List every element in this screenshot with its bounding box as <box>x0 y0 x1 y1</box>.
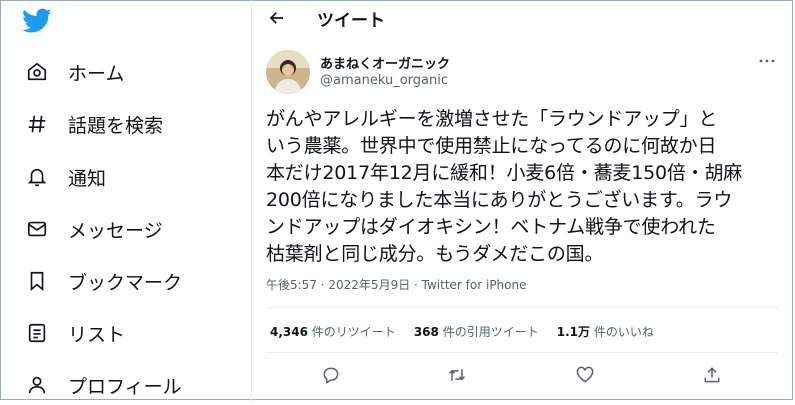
sidebar-item-label: 話題を検索 <box>68 114 164 137</box>
likes-count: 1.1万 <box>556 325 590 339</box>
sidebar-item-messages[interactable]: メッセージ <box>24 209 163 249</box>
page-header: ツイート <box>252 0 793 36</box>
sidebar-item-label: メッセージ <box>68 219 163 242</box>
tweet-detail: ツイート あまねくオーガニック @amaneku_organic がんやアレルギ… <box>252 0 793 402</box>
back-arrow-icon[interactable] <box>264 6 290 30</box>
retweets-label: 件のリツイート <box>311 325 396 339</box>
retweets-stat[interactable]: 4,346 件のリツイート <box>270 323 396 340</box>
retweet-icon[interactable] <box>444 362 470 388</box>
sidebar-item-explore[interactable]: 話題を検索 <box>24 104 163 144</box>
tweet-actions <box>252 362 793 392</box>
quotes-count: 368 <box>413 325 439 339</box>
like-icon[interactable] <box>572 362 598 388</box>
display-name[interactable]: あまねくオーガニック <box>320 53 450 72</box>
sidebar-item-bookmarks[interactable]: ブックマーク <box>24 261 182 301</box>
likes-label: 件のいいね <box>593 325 654 339</box>
tweet-text: がんやアレルギーを激増させた「ラウンドアップ」と いう農薬。世界中で使用禁止にな… <box>266 108 743 265</box>
sidebar-item-lists[interactable]: リスト <box>24 313 125 353</box>
page-title: ツイート <box>317 11 385 31</box>
profile-icon <box>24 372 50 398</box>
avatar[interactable] <box>266 50 310 94</box>
sidebar-item-notifications[interactable]: 通知 <box>24 157 106 197</box>
sidebar-item-label: リスト <box>68 323 126 346</box>
twitter-logo-icon[interactable] <box>22 8 52 34</box>
sidebar-item-label: 通知 <box>68 167 107 190</box>
sidebar: ホーム 話題を検索 通知 メッセージ ブックマーク リスト プロフィール <box>0 0 251 402</box>
sidebar-item-label: ホーム <box>68 62 125 85</box>
divider <box>266 352 778 353</box>
quotes-label: 件の引用ツイート <box>442 325 539 339</box>
quotes-stat[interactable]: 368 件の引用ツイート <box>414 323 539 340</box>
tweet-meta[interactable]: 午後5:57 · 2022年5月9日 · Twitter for iPhone <box>266 276 527 293</box>
list-icon <box>24 320 50 346</box>
retweets-count: 4,346 <box>270 325 308 339</box>
bookmark-icon <box>24 268 50 294</box>
more-options-icon[interactable] <box>755 53 779 69</box>
mail-icon <box>24 216 50 242</box>
sidebar-item-profile[interactable]: プロフィール <box>24 365 182 405</box>
share-icon[interactable] <box>699 362 725 388</box>
sidebar-item-label: プロフィール <box>68 375 182 398</box>
home-icon <box>24 59 50 85</box>
likes-stat[interactable]: 1.1万 件のいいね <box>557 323 654 340</box>
divider <box>266 307 778 308</box>
tweet-stats: 4,346 件のリツイート 368 件の引用ツイート 1.1万 件のいいね <box>270 323 672 340</box>
sidebar-item-home[interactable]: ホーム <box>24 52 124 92</box>
sidebar-item-label: ブックマーク <box>68 271 183 294</box>
user-handle[interactable]: @amaneku_organic <box>320 73 448 88</box>
bell-icon <box>24 164 50 190</box>
hashtag-icon <box>24 111 50 137</box>
reply-icon[interactable] <box>318 362 344 388</box>
